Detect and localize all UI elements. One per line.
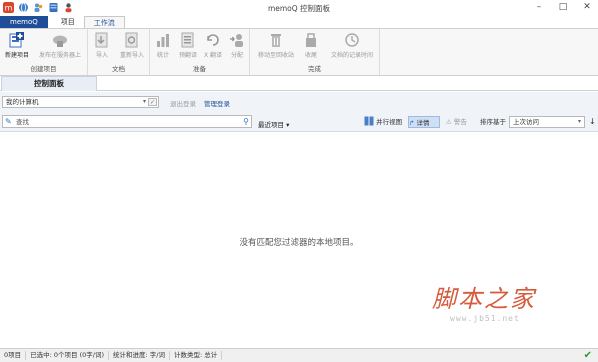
- status-count-type: 计数类型: 总计: [170, 351, 223, 360]
- new-project-label: 新建项目: [4, 52, 29, 59]
- parallel-view-button[interactable]: 并行视图: [364, 116, 404, 128]
- pane-tab-strip: 控制面板: [0, 76, 598, 91]
- details-arrow-icon: ↱: [409, 119, 415, 127]
- publish-server-button[interactable]: 发布在服务器上: [34, 31, 86, 59]
- chevron-down-icon: ▾: [577, 118, 581, 125]
- statistics-button[interactable]: 统计: [152, 31, 174, 59]
- ribbon: 新建项目 发布在服务器上 创建项目 导入 重新导入 文档 统计 预翻译 X 翻译…: [0, 28, 598, 76]
- pretranslate-label: 预翻译: [178, 52, 197, 59]
- new-project-icon: [9, 32, 24, 48]
- assign-button[interactable]: 分配: [226, 31, 248, 59]
- assign-icon: [230, 34, 243, 47]
- search-input[interactable]: ✎ 查找 ⚲: [2, 115, 252, 128]
- minimize-button[interactable]: –: [532, 1, 546, 13]
- document-time-record-button[interactable]: 文档的记录时间: [326, 31, 378, 59]
- status-ok-icon: ✔: [583, 350, 592, 361]
- warnings-label: 警告: [453, 118, 467, 126]
- close-button[interactable]: ✕: [580, 1, 594, 13]
- group-label-prepare: 准备: [193, 65, 206, 73]
- statistics-icon: [157, 34, 169, 47]
- group-label-documents: 文档: [112, 65, 125, 73]
- parallel-view-label: 并行视图: [376, 118, 403, 126]
- ribbon-tabs: memoQ 项目 工作流: [0, 16, 598, 28]
- maximize-button[interactable]: □: [556, 1, 570, 13]
- move-to-trash-label: 移动至回收站: [257, 52, 294, 59]
- assign-label: 分配: [230, 52, 243, 59]
- status-selected: 已选中: 0个项目 (0字/词): [26, 351, 109, 360]
- new-project-button[interactable]: 新建项目: [3, 31, 31, 59]
- wrap-up-button[interactable]: 收尾: [300, 31, 322, 59]
- details-button[interactable]: ↱ 详情: [408, 116, 440, 128]
- wrap-up-label: 收尾: [304, 52, 317, 59]
- location-bar: 我的计算机 ▾ ✓ 退出登录 管理登录: [0, 92, 598, 112]
- x-translate-icon: [207, 34, 219, 46]
- empty-message: 没有匹配您过滤器的本地项目。: [239, 238, 359, 248]
- publish-server-icon: [53, 35, 67, 47]
- tab-workflow[interactable]: 工作流: [83, 16, 125, 28]
- document-time-record-label: 文档的记录时间: [330, 52, 373, 59]
- project-list-area: 没有匹配您过滤器的本地项目。 脚本之家 www.jb51.net: [0, 133, 598, 347]
- ribbon-group-finish: 移动至回收站 收尾 文档的记录时间 完成: [250, 29, 380, 75]
- location-select-value: 我的计算机: [6, 98, 39, 106]
- watermark-title: 脚本之家: [432, 285, 536, 313]
- wrap-up-icon: [306, 33, 316, 47]
- tab-dashboard[interactable]: 控制面板: [1, 76, 97, 91]
- tab-memoq[interactable]: memoQ: [0, 16, 48, 28]
- move-to-trash-button[interactable]: 移动至回收站: [254, 31, 298, 59]
- pencil-icon: ✎: [5, 117, 12, 126]
- reimport-button[interactable]: 重新导入: [116, 31, 148, 59]
- warning-icon: ⚠: [446, 118, 452, 126]
- pretranslate-icon: [181, 32, 194, 48]
- recent-projects-label: 最近项目: [258, 121, 284, 129]
- checkmark-icon[interactable]: ✓: [148, 98, 157, 106]
- title-bar: m memoQ 控制面板 – □ ✕: [0, 0, 598, 16]
- import-icon: [95, 32, 108, 48]
- search-placeholder: 查找: [16, 118, 29, 126]
- status-bar: 0项目 已选中: 0个项目 (0字/词) 统计和进度: 字/词 计数类型: 总计…: [0, 348, 598, 362]
- status-statistics: 统计和进度: 字/词: [109, 351, 170, 360]
- group-label-finish: 完成: [308, 65, 321, 73]
- ribbon-group-create-project: 新建项目 发布在服务器上 创建项目: [0, 29, 88, 75]
- x-translate-label: X 翻译: [203, 52, 223, 59]
- sort-select[interactable]: 上次访问 ▾: [509, 116, 585, 128]
- ribbon-group-documents: 导入 重新导入 文档: [88, 29, 150, 75]
- parallel-view-icon: [364, 116, 374, 126]
- window-controls: – □ ✕: [532, 1, 594, 13]
- watermark-url: www.jb51.net: [450, 314, 520, 323]
- reimport-icon: [125, 32, 138, 48]
- watermark: 脚本之家 www.jb51.net: [432, 279, 592, 329]
- sort-direction-icon[interactable]: ↓: [589, 117, 596, 126]
- import-label: 导入: [95, 52, 108, 59]
- ribbon-group-prepare: 统计 预翻译 X 翻译 分配 准备: [150, 29, 250, 75]
- reimport-label: 重新导入: [119, 52, 144, 59]
- search-icon[interactable]: ⚲: [243, 116, 249, 127]
- details-label: 详情: [416, 119, 430, 127]
- filter-bar: ✎ 查找 ⚲ 最近项目 ▾ 并行视图 ↱ 详情 ⚠ 警告 排序基于 上次访问 ▾…: [0, 112, 598, 132]
- x-translate-button[interactable]: X 翻译: [202, 31, 224, 59]
- import-button[interactable]: 导入: [92, 31, 112, 59]
- trash-icon: [271, 34, 281, 47]
- sort-by-label: 排序基于: [480, 118, 506, 126]
- status-project-count: 0项目: [0, 351, 27, 360]
- group-label-create-project: 创建项目: [30, 65, 57, 73]
- sort-select-value: 上次访问: [513, 118, 539, 126]
- recent-projects-dropdown[interactable]: 最近项目 ▾: [258, 119, 289, 129]
- location-select[interactable]: 我的计算机 ▾ ✓: [2, 96, 159, 108]
- chevron-down-icon: ▾: [142, 98, 146, 105]
- pretranslate-button[interactable]: 预翻译: [176, 31, 200, 59]
- publish-server-label: 发布在服务器上: [38, 52, 81, 59]
- tab-project[interactable]: 项目: [52, 16, 84, 28]
- warnings-button[interactable]: ⚠ 警告: [446, 116, 474, 128]
- manage-login-link[interactable]: 管理登录: [204, 98, 230, 108]
- logout-link[interactable]: 退出登录: [170, 98, 196, 108]
- window-title: memoQ 控制面板: [267, 4, 331, 13]
- statistics-label: 统计: [156, 52, 169, 59]
- clock-icon: [345, 33, 359, 47]
